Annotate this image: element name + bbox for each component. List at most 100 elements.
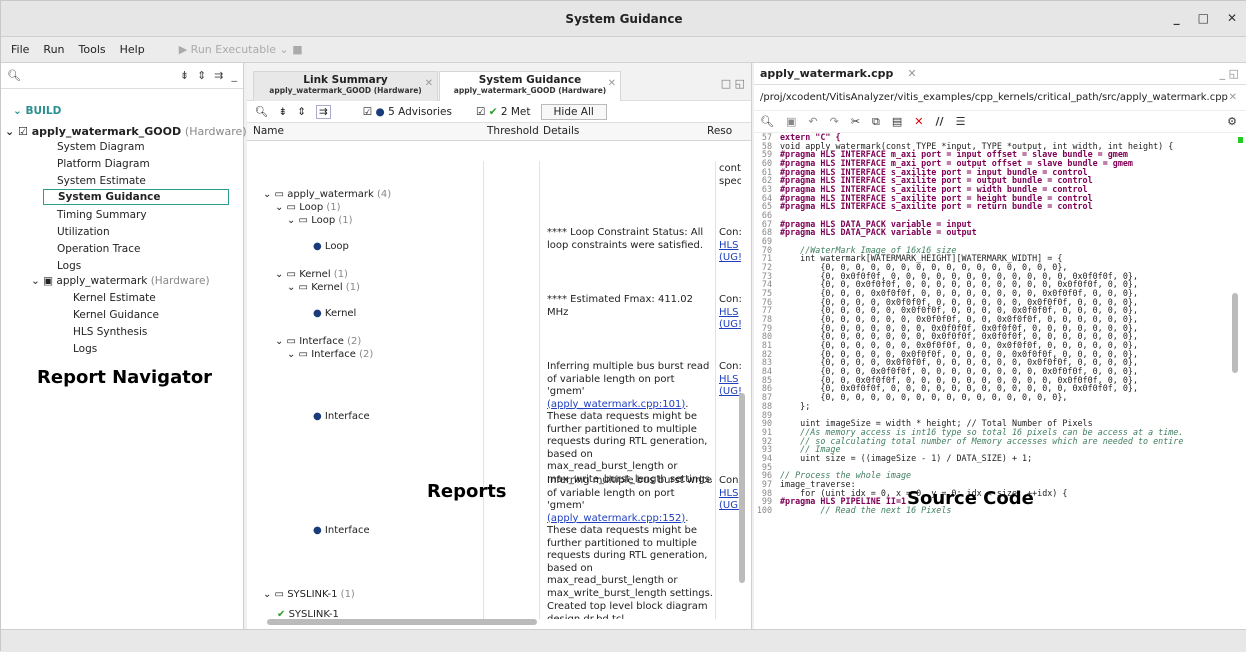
minimize-icon[interactable]: _ [1174,11,1180,25]
table-row[interactable]: ● Interface [313,411,370,424]
search-icon[interactable]: 🔍︎ [7,69,21,82]
close-tab-icon[interactable]: ✕ [608,78,616,89]
nav-hls-synthesis[interactable]: HLS Synthesis [73,326,147,338]
expand-icon[interactable]: ⇕ [197,69,206,82]
col-name[interactable]: Name [253,125,284,137]
vertical-scrollbar[interactable] [1232,293,1238,373]
nav-system-diagram[interactable]: System Diagram [57,141,145,153]
table-row[interactable]: ⌄ ▭ SYSLINK-1 (1) [263,589,355,602]
table-row[interactable]: ✔ SYSLINK-1 [277,609,339,619]
code-line[interactable]: 94 uint size = ((imageSize - 1) / DATA_S… [754,454,1242,463]
nav-platform-diagram[interactable]: Platform Diagram [57,158,150,170]
code-line[interactable]: 88 }; [754,400,1242,411]
search-icon[interactable]: 🔍︎ [760,115,774,128]
gear-icon[interactable]: ⚙ [1227,115,1237,128]
hide-all-button[interactable]: Hide All [540,103,607,120]
expand-icon[interactable]: ⇕ [297,106,306,118]
redo-icon[interactable]: ↷ [830,115,839,128]
code-text: #pragma HLS INTERFACE s_axilite port = r… [780,201,1093,212]
interface-detail-write: Inferring multiple bus burst write of va… [547,475,713,599]
filter-icon[interactable]: ⇉ [315,104,331,119]
table-row[interactable]: ⌄ ▭ Loop (1) [287,215,353,228]
table-row[interactable]: ● Kernel [313,308,356,321]
col-resolution[interactable]: Reso [707,125,732,137]
code-line[interactable]: 68 #pragma HLS DATA_PACK variable = outpu… [754,228,1242,237]
source-code-annotation: Source Code [907,488,1034,509]
resolution-links[interactable]: Con: HLS (UG! [719,475,741,513]
run-executable-button[interactable]: ▶ Run Executable ⌄ ■ [179,43,303,56]
search-icon[interactable]: 🔍︎ [255,105,268,118]
table-row[interactable]: ● Interface [313,525,370,538]
menu-tools[interactable]: Tools [79,43,106,56]
format-icon[interactable]: ☰ [956,115,966,128]
nav-operation-trace[interactable]: Operation Trace [57,243,140,255]
table-header: Name Threshold Details Reso [247,123,751,141]
vertical-scrollbar[interactable] [739,393,745,583]
col-details[interactable]: Details [543,125,579,137]
nav-kernel-logs[interactable]: Logs [73,343,97,355]
restore-panel-icon[interactable]: □ ◱ [721,77,745,90]
table-row[interactable]: ⌄ ▭ Interface (2) [287,349,373,362]
code-lines[interactable]: 57 extern "C" {58 void apply_watermark(con… [754,133,1242,618]
resolution-links[interactable]: Con: HLS (UG! [719,294,741,332]
delete-icon[interactable]: ✕ [914,115,923,128]
table-row[interactable]: ⌄ ▭ Interface (2) [275,336,361,349]
cut-icon[interactable]: ✂ [851,115,860,128]
close-tab-icon[interactable]: ✕ [907,67,916,80]
kernel-node[interactable]: ⌄ ▣ apply_watermark (Hardware) [31,275,210,287]
code-editor: apply_watermark.cpp ✕ _ ◱ /proj/xcodent/… [754,63,1246,640]
code-text: }; [780,400,811,411]
overview-marker [1238,137,1243,143]
table-row[interactable]: ⌄ ▭ Loop (1) [275,202,341,215]
nav-kernel-estimate[interactable]: Kernel Estimate [73,292,156,304]
code-line[interactable]: 65 #pragma HLS INTERFACE s_axilite port =… [754,202,1242,211]
undo-icon[interactable]: ↶ [808,115,817,128]
nav-system-estimate[interactable]: System Estimate [57,175,146,187]
file-path-bar: /proj/xcodent/VitisAnalyzer/vitis_exampl… [754,85,1246,111]
nav-utilization[interactable]: Utilization [57,226,110,238]
advisories-toggle[interactable]: ☑ ● 5 Advisories [363,106,452,118]
nav-system-guidance[interactable]: System Guidance [43,189,229,205]
project-node[interactable]: ⌄ ☑ apply_watermark_GOOD (Hardware) [5,125,247,138]
nav-logs[interactable]: Logs [57,260,81,272]
menu-file[interactable]: File [11,43,29,56]
app-window: System Guidance _ □ ✕ File Run Tools Hel… [0,0,1246,652]
paste-icon[interactable]: ▤ [892,115,902,128]
build-section[interactable]: ⌄ BUILD [13,105,61,117]
tab-link-summary[interactable]: Link Summary apply_watermark_GOOD (Hardw… [253,71,438,101]
close-tab-icon[interactable]: ✕ [425,78,433,89]
met-toggle[interactable]: ☑ ✔ 2 Met [476,106,531,118]
code-line[interactable]: 87 {0, 0, 0, 0, 0, 0, 0, 0, 0, 0, 0, 0, … [754,393,1242,402]
resolution-text: cont spec [719,163,741,187]
comment-icon[interactable]: // [936,115,944,128]
table-row[interactable]: ● Loop [313,241,349,254]
restore-panel-icon[interactable]: _ ◱ [1220,67,1239,80]
copy-icon[interactable]: ⧉ [872,115,880,129]
collapse-all-icon[interactable]: ⇟ [278,106,287,118]
maximize-icon[interactable]: □ [1198,11,1209,25]
code-text: #pragma HLS DATA_PACK variable = output [780,227,977,238]
report-table: cont spec ⌄ ▭ apply_watermark (4) ⌄ ▭ Lo… [247,161,742,619]
resolution-links[interactable]: Con: HLS (UG! [719,227,741,265]
close-icon[interactable]: ✕ [1229,92,1237,103]
table-row[interactable]: ⌄ ▭ Kernel (1) [275,269,348,282]
col-threshold[interactable]: Threshold [487,125,539,137]
nav-timing-summary[interactable]: Timing Summary [57,209,147,221]
collapse-all-icon[interactable]: ⇟ [180,69,189,82]
tab-system-guidance[interactable]: System Guidance apply_watermark_GOOD (Ha… [439,71,621,101]
table-row[interactable]: ⌄ ▭ Kernel (1) [287,282,360,295]
resolution-links[interactable]: Con: HLS (UG! [719,361,741,399]
menu-help[interactable]: Help [120,43,145,56]
editor-tab-bar: apply_watermark.cpp ✕ _ ◱ [754,63,1246,85]
minimize-panel-icon[interactable]: _ [232,69,238,82]
nav-kernel-guidance[interactable]: Kernel Guidance [73,309,159,321]
horizontal-scrollbar[interactable] [267,619,537,625]
menu-run[interactable]: Run [43,43,64,56]
editor-tab[interactable]: apply_watermark.cpp [760,67,893,80]
table-row[interactable]: ⌄ ▭ apply_watermark (4) [263,189,391,202]
reports-panel: Link Summary apply_watermark_GOOD (Hardw… [247,63,752,629]
reports-toolbar: 🔍︎ ⇟ ⇕ ⇉ ☑ ● 5 Advisories ☑ ✔ 2 Met Hide… [247,101,751,123]
filter-icon[interactable]: ⇉ [214,69,223,82]
save-icon[interactable]: ▣ [786,115,796,128]
close-icon[interactable]: ✕ [1227,11,1237,25]
